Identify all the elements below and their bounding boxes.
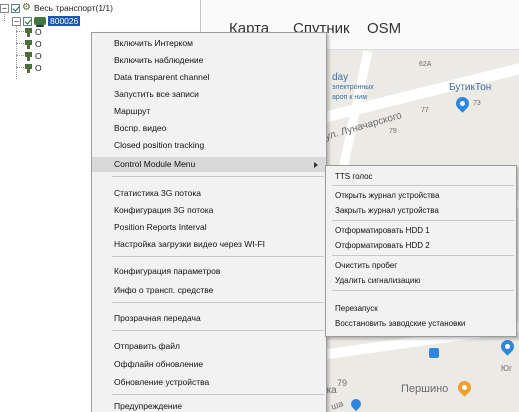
menu-item-intercom[interactable]: Включить Интерком	[92, 36, 326, 51]
collapse-toggle-icon[interactable]: −	[12, 16, 21, 26]
menu-separator	[332, 185, 514, 186]
map-label: 79	[389, 128, 397, 135]
menu-item-vehicle-info[interactable]: Инфо о трансп. средстве	[92, 283, 326, 298]
menu-item-route[interactable]: Маршрут	[92, 104, 326, 119]
menu-item-position-reports-interval[interactable]: Position Reports Interval	[92, 220, 326, 235]
map-label: Першино	[401, 383, 449, 395]
submenu-item-delete-alarm[interactable]: Удалить сигнализацию	[326, 274, 516, 287]
collapse-toggle-icon[interactable]: −	[0, 3, 9, 13]
tree-vehicle-label: 800026	[48, 16, 81, 26]
menu-item-label: Control Module Menu	[114, 159, 196, 169]
camera-channel-icon	[24, 39, 33, 49]
camera-channel-icon	[24, 51, 33, 61]
map-label: 77	[421, 107, 429, 114]
fleet-gear-icon: ⚙	[22, 2, 31, 13]
tree-root-label: Весь транспорт(1/1)	[34, 3, 113, 13]
camera-channel-icon	[24, 27, 33, 37]
menu-item-transparent-transfer[interactable]: Прозрачная передача	[92, 311, 326, 326]
map-marker-icon[interactable]	[348, 396, 364, 412]
menu-item-start-all-recordings[interactable]: Запустить все записи	[92, 87, 326, 102]
menu-separator	[112, 256, 324, 257]
menu-separator	[332, 255, 514, 256]
tree-root-checkbox[interactable]	[11, 3, 20, 13]
tree-channel-row[interactable]: O	[24, 38, 42, 50]
menu-item-warning[interactable]: Предупреждение	[92, 399, 326, 412]
menu-separator	[112, 330, 324, 331]
submenu-item-format-hdd1[interactable]: Отформатировать HDD 1	[326, 224, 516, 237]
vehicle-icon	[34, 17, 46, 27]
menu-item-control-module[interactable]: Control Module Menu	[92, 157, 326, 172]
map-label: 79	[337, 378, 348, 388]
tree-channel-row[interactable]: O	[24, 50, 42, 62]
menu-item-parameter-config[interactable]: Конфигурация параметров	[92, 264, 326, 279]
control-module-submenu: TTS голос Открыть журнал устройства Закр…	[325, 165, 517, 337]
menu-item-3g-stats[interactable]: Статистика 3G потока	[92, 186, 326, 201]
tree-vehicle-row[interactable]: − 800026	[12, 15, 81, 27]
map-label: ароп к ним	[332, 94, 368, 101]
map-label: Юг	[501, 364, 512, 373]
menu-item-device-update[interactable]: Обновление устройства	[92, 375, 326, 390]
tree-root-row[interactable]: − ⚙ Весь транспорт(1/1)	[0, 2, 113, 14]
map-label: электронных	[332, 84, 374, 91]
map-label: 73	[473, 100, 481, 107]
tree-connector	[16, 55, 24, 56]
submenu-item-restart[interactable]: Перезапуск	[326, 302, 516, 315]
tree-channel-label: O	[35, 63, 42, 73]
map-marker-icon[interactable]	[453, 94, 472, 113]
submenu-item-format-hdd2[interactable]: Отформатировать HDD 2	[326, 239, 516, 252]
menu-item-monitoring[interactable]: Включить наблюдение	[92, 53, 326, 68]
menu-item-transparent-channel[interactable]: Data transparent channel	[92, 70, 326, 85]
menu-item-video-playback[interactable]: Воспр. видео	[92, 121, 326, 136]
map-marker-icon[interactable]	[498, 337, 517, 356]
menu-item-wifi-video-upload[interactable]: Настройка загрузки видео через WI-FI	[92, 237, 326, 252]
map-label: БутикТон	[449, 82, 492, 93]
menu-separator	[332, 220, 514, 221]
menu-item-send-file[interactable]: Отправить файл	[92, 339, 326, 354]
map-label: ша	[329, 398, 345, 412]
map-marker-icon[interactable]	[455, 378, 474, 397]
tree-vehicle-checkbox[interactable]	[23, 16, 32, 26]
menu-item-offline-update[interactable]: Оффлайн обновление	[92, 357, 326, 372]
tree-connector	[16, 43, 24, 44]
menu-separator	[112, 394, 324, 395]
submenu-item-clear-mileage[interactable]: Очистить пробег	[326, 259, 516, 272]
camera-channel-icon	[24, 63, 33, 73]
submenu-arrow-icon	[314, 162, 318, 168]
tree-channel-row[interactable]: O	[24, 62, 42, 74]
submenu-item-close-device-log[interactable]: Закрыть журнал устройства	[326, 204, 516, 217]
menu-separator	[112, 302, 324, 303]
tree-channel-label: O	[35, 27, 42, 37]
map-label: 62A	[419, 61, 432, 68]
submenu-item-open-device-log[interactable]: Открыть журнал устройства	[326, 189, 516, 202]
menu-separator	[332, 290, 514, 291]
tree-connector	[16, 31, 24, 32]
tree-connector	[16, 21, 17, 79]
tree-connector	[16, 67, 24, 68]
vehicle-context-menu: Включить Интерком Включить наблюдение Da…	[91, 32, 327, 412]
tree-channel-label: O	[35, 39, 42, 49]
menu-item-3g-config[interactable]: Конфигурация 3G потока	[92, 203, 326, 218]
menu-separator	[112, 176, 324, 177]
map-label: day	[332, 72, 349, 83]
tree-channel-row[interactable]: O	[24, 26, 42, 38]
submenu-item-tts-voice[interactable]: TTS голос	[326, 170, 516, 183]
tab-osm[interactable]: OSM	[367, 20, 401, 37]
map-poi-icon[interactable]	[429, 348, 439, 358]
submenu-item-factory-reset[interactable]: Восстановить заводские установки	[326, 317, 516, 330]
tree-channel-label: O	[35, 51, 42, 61]
menu-item-closed-position-tracking[interactable]: Closed position tracking	[92, 138, 326, 153]
